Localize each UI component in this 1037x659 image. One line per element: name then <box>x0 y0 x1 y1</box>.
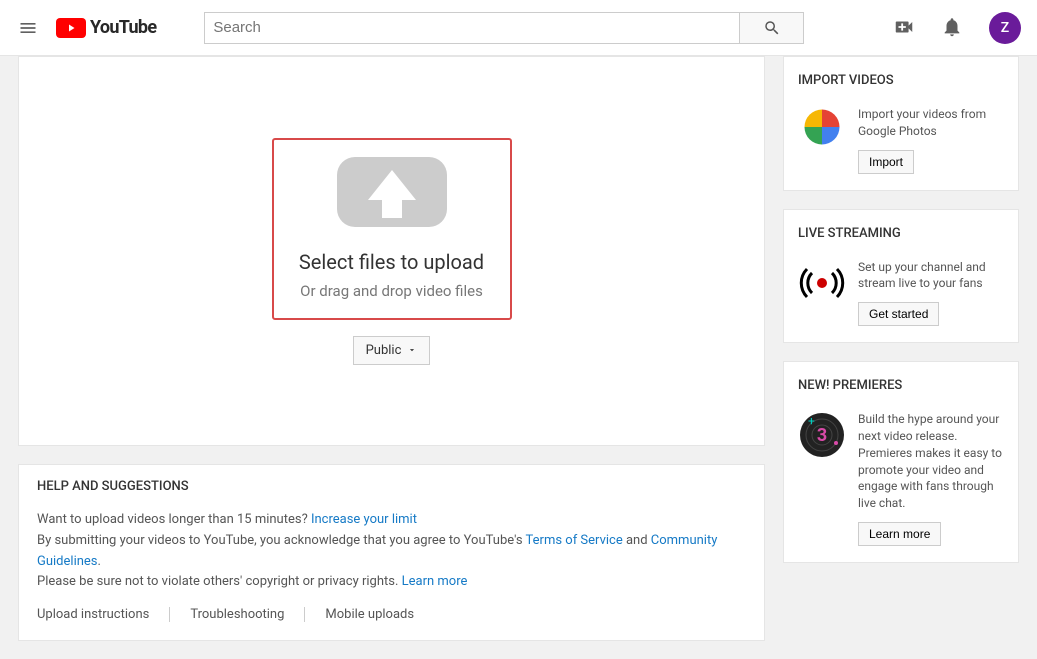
caret-down-icon <box>407 345 417 355</box>
header-right: Z <box>893 12 1021 44</box>
live-info: Set up your channel and stream live to y… <box>858 259 1004 327</box>
import-title: IMPORT VIDEOS <box>798 73 1004 88</box>
search-input[interactable] <box>204 12 739 44</box>
header: YouTube Z <box>0 0 1037 56</box>
google-photos-icon <box>798 106 846 174</box>
content: Select files to upload Or drag and drop … <box>0 56 1037 659</box>
help-title: HELP AND SUGGESTIONS <box>37 479 746 494</box>
menu-icon <box>18 18 38 38</box>
increase-limit-link[interactable]: Increase your limit <box>311 512 417 527</box>
learn-more-link[interactable]: Learn more <box>402 574 468 589</box>
mobile-uploads-link[interactable]: Mobile uploads <box>325 607 434 622</box>
privacy-label: Public <box>366 343 402 358</box>
import-videos-panel: IMPORT VIDEOS Import your videos from Go… <box>783 56 1019 191</box>
import-button[interactable]: Import <box>858 150 914 174</box>
upload-instructions-link[interactable]: Upload instructions <box>37 607 170 622</box>
upload-panel: Select files to upload Or drag and drop … <box>18 56 765 446</box>
search-button[interactable] <box>739 12 804 44</box>
main-column: Select files to upload Or drag and drop … <box>18 56 765 641</box>
help-text: Want to upload videos longer than 15 min… <box>37 510 746 593</box>
premieres-panel: NEW! PREMIERES 3 + Build the hype around… <box>783 361 1019 563</box>
video-camera-icon <box>893 16 915 38</box>
live-title: LIVE STREAMING <box>798 226 1004 241</box>
live-streaming-panel: LIVE STREAMING Set up your channel and s… <box>783 209 1019 344</box>
get-started-button[interactable]: Get started <box>858 302 939 326</box>
import-info: Import your videos from Google Photos Im… <box>858 106 1004 174</box>
upload-title: Select files to upload <box>299 250 484 274</box>
menu-button[interactable] <box>16 16 40 40</box>
upload-dropzone[interactable]: Select files to upload Or drag and drop … <box>272 138 512 320</box>
avatar[interactable]: Z <box>989 12 1021 44</box>
youtube-play-icon <box>56 18 86 38</box>
privacy-dropdown[interactable]: Public <box>353 336 431 365</box>
premieres-title: NEW! PREMIERES <box>798 378 1004 393</box>
terms-link[interactable]: Terms of Service <box>526 533 623 548</box>
search-container <box>204 12 804 44</box>
live-icon <box>798 259 846 327</box>
svg-text:+: + <box>808 414 815 428</box>
learn-more-button[interactable]: Learn more <box>858 522 941 546</box>
logo-text: YouTube <box>90 17 156 38</box>
search-icon <box>763 19 781 37</box>
logo[interactable]: YouTube <box>56 17 156 38</box>
create-video-button[interactable] <box>893 16 917 40</box>
help-links: Upload instructions Troubleshooting Mobi… <box>37 607 746 622</box>
upload-icon <box>332 152 452 236</box>
premieres-icon: 3 + <box>798 411 846 546</box>
premieres-info: Build the hype around your next video re… <box>858 411 1004 546</box>
side-column: IMPORT VIDEOS Import your videos from Go… <box>783 56 1019 641</box>
troubleshooting-link[interactable]: Troubleshooting <box>190 607 305 622</box>
help-panel: HELP AND SUGGESTIONS Want to upload vide… <box>18 464 765 641</box>
notifications-button[interactable] <box>941 16 965 40</box>
upload-subtitle: Or drag and drop video files <box>300 282 483 300</box>
svg-text:3: 3 <box>817 425 827 446</box>
bell-icon <box>941 16 963 38</box>
